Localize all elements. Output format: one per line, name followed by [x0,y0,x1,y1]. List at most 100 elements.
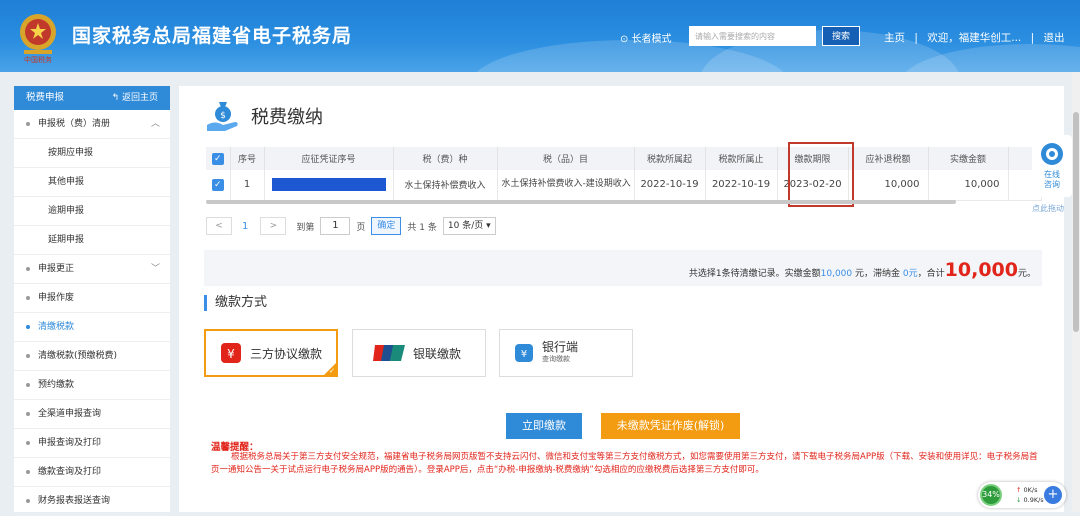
chevron-up-icon: ︿ [150,119,160,129]
nav-separator: | [914,32,918,44]
search-input[interactable] [689,26,816,46]
sidebar-item-periodic[interactable]: 按期应申报 [14,139,170,168]
col-header-index: 序号 [230,147,265,170]
cell-paid: 10,000 [928,170,1009,201]
next-page-button[interactable]: > [260,217,287,235]
summary-total: 10,000 [944,259,1018,281]
cell-voucher [264,170,394,201]
tripartite-agreement-icon: ¥ [221,343,241,363]
home-link[interactable]: 主页 [884,32,905,44]
back-home-link[interactable]: ↰ 返回主页 [112,86,158,110]
cell-due: 10,000 [848,170,929,201]
dropdown-arrow-icon: ▾ [486,221,491,231]
sidebar-item-payment-query[interactable]: 缴款查询及打印 [14,458,170,487]
national-emblem-icon: 中国税务 [20,14,56,64]
sidebar: 税费申报 ↰ 返回主页 申报税（费）清册 ︿ 按期应申报 其他申报 逾期申报 延期… [14,86,170,516]
sidebar-item-void[interactable]: 申报作废 [14,284,170,313]
page-unit-label: 页 [356,222,366,233]
payment-method-label: 银行端 [542,340,579,354]
deadline-highlight-frame [788,142,854,207]
svg-text:¥: ¥ [521,349,527,360]
drag-hint[interactable]: 点此拖动 [1032,203,1064,214]
page-confirm-button[interactable]: 确定 [371,217,402,235]
page-scrollbar[interactable] [1072,72,1080,512]
warning-text: 根据税务总局关于第三方支付安全规范，福建省电子税务局网页版暂不支持云闪付、微信和… [211,452,1038,475]
sidebar-item-all-channel[interactable]: 全渠道申报查询 [14,400,170,429]
online-consult-label: 在线咨询 [1044,170,1060,189]
svg-text:¥: ¥ [227,347,235,361]
col-header-tax-item: 税（品）目 [497,147,635,170]
welcome-user-link[interactable]: 欢迎，福建华创工... [927,32,1021,44]
payment-summary: 共选择1条待清缴记录。实缴金额10,000 元，滞纳金 0元，合计10,000元… [204,250,1042,286]
header-nav: 主页 | 欢迎，福建华创工... | 退出 [884,30,1064,45]
table-header-row: ✓ 序号 应征凭证序号 税（费）种 税（品）目 税款所属起 税款所属止 缴款期限… [206,147,1042,170]
sidebar-item-clear-tax[interactable]: 清缴税款 [14,313,170,342]
col-header-tax-type: 税（费）种 [393,147,498,170]
main-panel: $ 税费缴纳 ✓ 序号 应征凭证序号 税（费）种 税（品）目 税款所属起 税款所… [179,86,1064,512]
redacted-voucher-bar [271,178,386,192]
pagination: < 1 > 到第 1 页 确定 共 1 条 10 条/页 ▾ [206,217,496,235]
sidebar-title: 税费申报 [26,92,65,103]
sidebar-item-declare-query[interactable]: 申报查询及打印 [14,429,170,458]
row-select-cell: ✓ [206,170,231,201]
payment-method-label: 三方协议缴款 [250,346,323,361]
scrollbar-thumb[interactable] [1073,112,1079,332]
svg-text:中国税务: 中国税务 [24,55,52,64]
pay-now-button[interactable]: 立即缴款 [506,413,582,439]
site-header: 中国税务 国家税务总局福建省电子税务局 ⊙ 长者模式 搜索 主页 | 欢迎，福建… [0,0,1080,72]
cell-tax-item: 水土保持补偿费收入-建设期收入 [497,170,635,201]
unionpay-logo-icon [373,345,405,361]
speed-percent: 34% [980,484,1002,506]
table-row: ✓ 1 水土保持补偿费收入 水土保持补偿费收入-建设期收入 2022-10-19… [206,170,1042,201]
eye-icon: ⊙ [620,34,632,45]
row-checkbox[interactable]: ✓ [211,178,224,191]
plus-icon[interactable]: + [1044,486,1062,504]
sidebar-item-overdue[interactable]: 逾期申报 [14,197,170,226]
tax-table: ✓ 序号 应征凭证序号 税（费）种 税（品）目 税款所属起 税款所属止 缴款期限… [206,147,1042,201]
payment-method-unionpay[interactable]: 银联缴款 [352,329,486,377]
page-head: $ 税费缴纳 [205,100,323,132]
sidebar-header: 税费申报 ↰ 返回主页 [14,86,170,110]
sidebar-item-declaration-list[interactable]: 申报税（费）清册 ︿ [14,110,170,139]
payment-method-sublabel: 查询缴款 [542,355,570,363]
check-icon: ✓ [329,367,335,375]
current-page-number[interactable]: 1 [242,221,248,232]
logout-link[interactable]: 退出 [1043,32,1064,44]
network-speed-widget[interactable]: 34% ↑ 0K/s ↓ 0.9K/s + [978,482,1066,508]
col-header-paid: 实缴金额 [928,147,1009,170]
table-horizontal-scrollbar[interactable] [206,200,956,204]
payment-method-tripartite[interactable]: ¥ 三方协议缴款 ✓ [204,329,338,377]
sidebar-item-deferred[interactable]: 延期申报 [14,226,170,255]
page-size-select[interactable]: 10 条/页 ▾ [442,217,496,235]
elder-mode-link[interactable]: ⊙ 长者模式 [620,30,672,45]
nav-separator: | [1030,32,1035,44]
cell-end: 2022-10-19 [705,170,778,201]
col-header-voucher: 应征凭证序号 [264,147,394,170]
select-all-cell: ✓ [206,147,231,170]
sidebar-item-clear-prepaid[interactable]: 清缴税款(预缴税费) [14,342,170,371]
summary-paid-amount: 10,000 [820,269,853,279]
goto-label: 到第 [296,222,315,233]
download-arrow-icon: ↓ [1016,496,1024,504]
online-consult-widget[interactable]: 在线咨询 [1032,135,1072,197]
search-button[interactable]: 搜索 [822,26,860,46]
svg-text:$: $ [220,111,226,121]
col-header-start: 税款所属起 [634,147,706,170]
select-all-checkbox[interactable]: ✓ [211,152,224,165]
back-arrow-icon: ↰ [111,93,122,103]
page-input[interactable]: 1 [320,217,351,235]
col-header-end: 税款所属止 [705,147,778,170]
col-header-due: 应补退税额 [848,147,929,170]
total-count: 共 1 条 [407,222,437,233]
cell-tax-type: 水土保持补偿费收入 [393,170,498,201]
money-bag-hand-icon: $ [207,102,238,131]
payment-method-label: 银联缴款 [413,346,462,361]
sidebar-item-correction[interactable]: 申报更正 ﹀ [14,255,170,284]
sidebar-item-other[interactable]: 其他申报 [14,168,170,197]
summary-late-fee: 0元 [902,269,918,279]
payment-method-bank[interactable]: ¥ 银行端 查询缴款 [499,329,633,377]
void-voucher-button[interactable]: 未缴款凭证作废(解锁) [601,413,740,439]
cell-index: 1 [230,170,265,201]
sidebar-item-appointment[interactable]: 预约缴款 [14,371,170,400]
prev-page-button[interactable]: < [206,217,232,235]
